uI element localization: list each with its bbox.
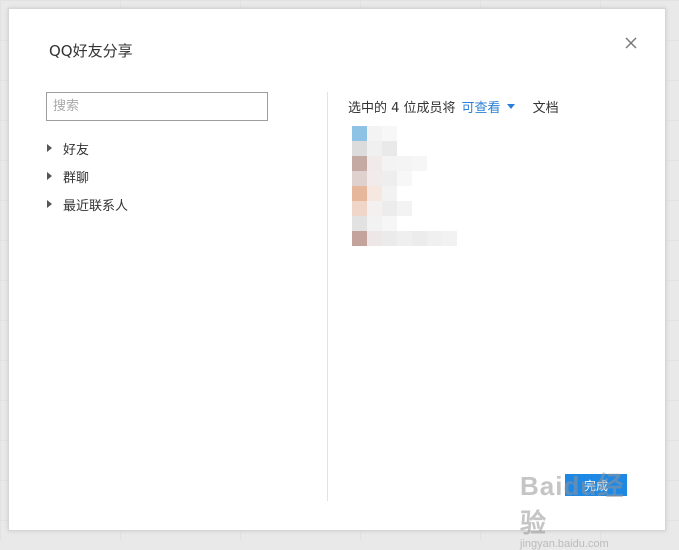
permission-line: 选中的 4 位成员将 可查看 文档 <box>348 97 559 116</box>
selected-panel: 选中的 4 位成员将 可查看 文档 <box>348 97 559 116</box>
search-input[interactable] <box>46 92 268 121</box>
list-item[interactable] <box>352 231 457 246</box>
selected-member-list <box>352 126 457 246</box>
tree-item-friends[interactable]: 好友 <box>46 134 268 162</box>
tree-item-recent[interactable]: 最近联系人 <box>46 190 268 218</box>
permission-prefix: 选中的 4 位成员将 <box>348 101 456 116</box>
chevron-down-icon <box>506 104 515 109</box>
list-item[interactable] <box>352 171 457 186</box>
list-item[interactable] <box>352 126 457 141</box>
contact-tree: 好友 群聊 最近联系人 <box>46 134 268 218</box>
tree-item-label: 最近联系人 <box>63 198 129 214</box>
dialog-title: QQ好友分享 <box>49 42 133 60</box>
confirm-button[interactable]: 完成 <box>565 474 627 496</box>
list-item[interactable] <box>352 216 457 231</box>
list-item[interactable] <box>352 141 457 156</box>
tree-item-label: 群聊 <box>63 170 90 186</box>
expand-arrow-icon[interactable] <box>47 144 52 152</box>
list-item[interactable] <box>352 156 457 171</box>
tree-item-label: 好友 <box>63 142 90 158</box>
permission-suffix: 文档 <box>532 101 559 116</box>
tree-item-groups[interactable]: 群聊 <box>46 162 268 190</box>
close-icon[interactable] <box>623 35 639 51</box>
share-dialog: QQ好友分享 <box>8 8 666 531</box>
permission-value: 可查看 <box>461 101 501 116</box>
list-item[interactable] <box>352 186 457 201</box>
expand-arrow-icon[interactable] <box>47 172 52 180</box>
permission-dropdown[interactable]: 可查看 <box>462 97 515 116</box>
list-item[interactable] <box>352 201 457 216</box>
expand-arrow-icon[interactable] <box>47 200 52 208</box>
contact-panel: 好友 群聊 最近联系人 <box>46 92 268 218</box>
panel-divider <box>327 92 328 501</box>
